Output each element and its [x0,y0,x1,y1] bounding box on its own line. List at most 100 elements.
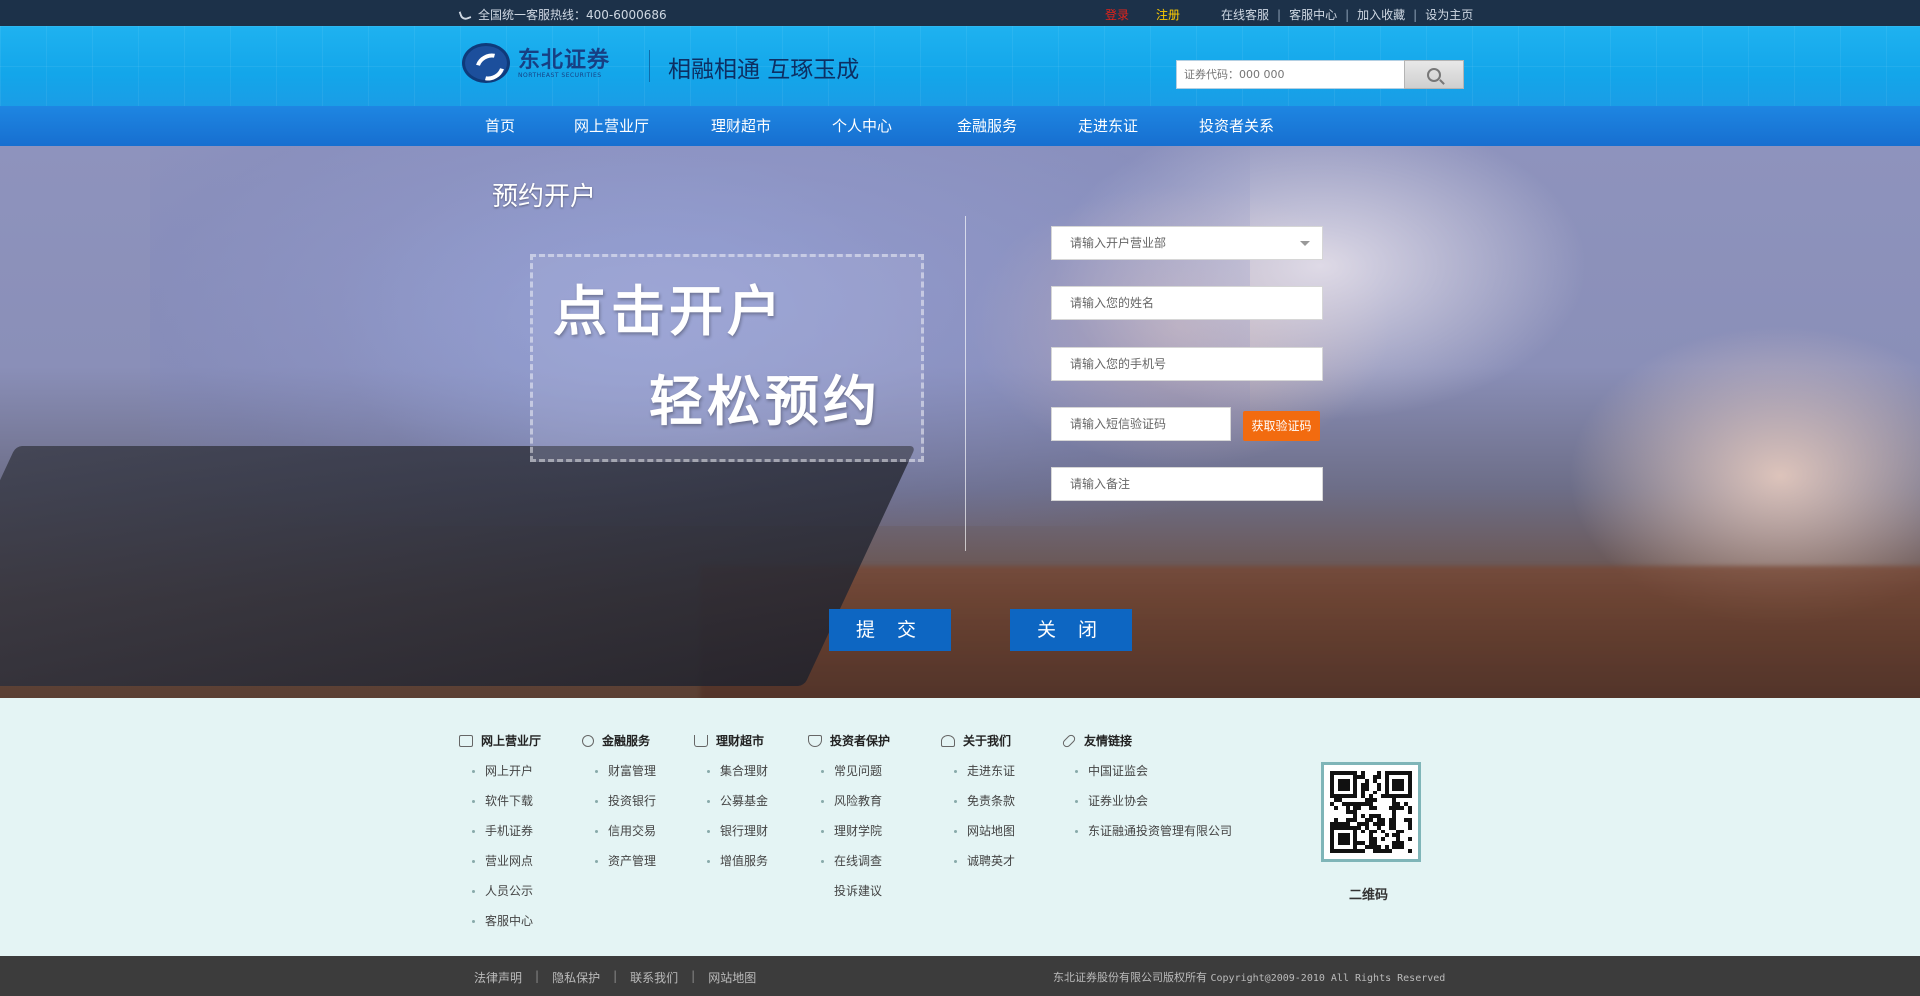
people-icon [582,734,594,747]
footer-column: 友情链接 中国证监会 证券业协会 东证融通投资管理有限公司 [1061,732,1232,846]
footer-link[interactable]: 网站地图 [941,816,1015,846]
footer-column: 投资者保护 常见问题 风险教育 理财学院 在线调查 投诉建议 [808,732,890,906]
footer-link[interactable]: 软件下载 [459,786,541,816]
footer-link[interactable]: 客服中心 [459,906,541,936]
separator: | [1345,7,1350,22]
footer-link[interactable]: 常见问题 [808,756,890,786]
footer-link[interactable]: 在线调查 [808,846,890,876]
slogan: 相融相通 互琢玉成 [668,57,860,83]
footer-link[interactable]: 投资银行 [582,786,656,816]
separator: | [1413,7,1418,22]
header-pattern [0,26,1920,106]
sitemap-link[interactable]: 网站地图 [708,969,756,986]
copyright-cn: 东北证券股份有限公司版权所有 [1053,971,1207,984]
phone-field[interactable]: 请输入您的手机号 [1051,347,1323,381]
monitor-icon [459,734,473,747]
footer-column-title: 网上营业厅 [481,734,542,748]
logo[interactable]: 东北证券 NORTHEAST SECURITIES [462,43,610,83]
footer-link[interactable]: 理财学院 [808,816,890,846]
footer-link[interactable]: 增值服务 [694,846,768,876]
footer-link[interactable]: 集合理财 [694,756,768,786]
separator: | [1277,7,1282,22]
footer-link[interactable]: 走进东证 [941,756,1015,786]
person-icon [941,734,955,747]
nav-personal-center[interactable]: 个人中心 [832,106,892,146]
logo-name: 东北证券 [518,46,611,73]
nav-home[interactable]: 首页 [485,106,515,146]
separator: | [613,969,618,983]
search-icon [1427,67,1441,82]
contact-link[interactable]: 联系我们 [630,969,678,986]
top-links: 登录 注册 在线客服 | 客服中心 | 加入收藏 | 设为主页 [1100,6,1478,23]
get-code-button[interactable]: 获取验证码 [1243,411,1320,441]
add-favorite-link[interactable]: 加入收藏 [1357,6,1405,23]
privacy-link[interactable]: 隐私保护 [552,969,600,986]
footer-column-title: 友情链接 [1084,734,1133,748]
footer-column-title: 关于我们 [963,734,1012,748]
footer-link[interactable]: 财富管理 [582,756,656,786]
copyright-en: Copyright@2009-2010 All Rights Reserved [1210,973,1446,984]
footer-link[interactable]: 公募基金 [694,786,768,816]
nav-investor-relations[interactable]: 投资者关系 [1199,106,1274,146]
sms-code-field[interactable]: 请输入短信验证码 [1051,407,1231,441]
footer-link[interactable]: 网上开户 [459,756,541,786]
note-field[interactable]: 请输入备注 [1051,467,1323,501]
footer-column: 关于我们 走进东证 免责条款 网站地图 诚聘英才 [941,732,1015,876]
top-bar: 全国统一客服热线：400-6000686 登录 注册 在线客服 | 客服中心 |… [0,0,1920,26]
online-service-link[interactable]: 在线客服 [1221,6,1269,23]
service-center-link[interactable]: 客服中心 [1289,6,1337,23]
phone-icon [458,8,472,21]
copyright: 东北证券股份有限公司版权所有 Copyright@2009-2010 All R… [1053,969,1445,985]
legal-link[interactable]: 法律声明 [474,969,522,986]
stock-code-input[interactable] [1176,60,1404,89]
background-laptop [0,446,916,686]
footer-link[interactable]: 营业网点 [459,846,541,876]
set-homepage-link[interactable]: 设为主页 [1425,6,1473,23]
hotline: 全国统一客服热线：400-6000686 [458,6,667,23]
register-link[interactable]: 注册 [1156,6,1180,23]
promo-banner[interactable]: 点击开户 轻松预约 [530,254,924,462]
footer-link[interactable]: 信用交易 [582,816,656,846]
nav-financial-services[interactable]: 金融服务 [957,106,1017,146]
qr-code [1321,762,1421,862]
hero-section: 预约开户 点击开户 轻松预约 请输入开户营业部 请输入您的姓名 请输入您的手机号… [0,146,1920,698]
footer-link[interactable]: 证券业协会 [1062,786,1232,816]
stock-search [1176,60,1464,89]
footer-column: 金融服务 财富管理 投资银行 信用交易 资产管理 [582,732,656,876]
footer-column: 网上营业厅 网上开户 软件下载 手机证券 营业网点 人员公示 客服中心 [459,732,541,936]
close-button[interactable]: 关 闭 [1010,609,1132,651]
name-field[interactable]: 请输入您的姓名 [1051,286,1323,320]
form-divider [965,216,966,551]
footer-link[interactable]: 诚聘英才 [941,846,1015,876]
qr-code-label: 二维码 [1349,888,1389,903]
footer-column-title: 金融服务 [602,734,651,748]
footer-link[interactable]: 东证融通投资管理有限公司 [1062,816,1232,846]
footer-link[interactable]: 投诉建议 [808,876,890,906]
footer-link[interactable]: 风险教育 [808,786,890,816]
submit-button[interactable]: 提 交 [829,609,951,651]
footer-link[interactable]: 免责条款 [941,786,1015,816]
footer-link[interactable]: 中国证监会 [1062,756,1232,786]
bottom-links: 法律声明 | 隐私保护 | 联系我们 | 网站地图 [474,969,756,986]
cart-icon [694,734,708,747]
nav-online-hall[interactable]: 网上营业厅 [574,106,649,146]
footer-column: 理财超市 集合理财 公募基金 银行理财 增值服务 [694,732,768,876]
chevron-down-icon [1300,240,1310,246]
login-link[interactable]: 登录 [1105,6,1129,23]
footer-link[interactable]: 资产管理 [582,846,656,876]
branch-select[interactable]: 请输入开户营业部 [1051,226,1323,260]
search-button[interactable] [1404,60,1464,89]
promo-line-2: 轻松预约 [649,370,881,433]
page-title: 预约开户 [492,182,597,212]
footer-link[interactable]: 银行理财 [694,816,768,846]
footer-link[interactable]: 手机证券 [459,816,541,846]
separator: | [535,969,540,983]
nav-about-company[interactable]: 走进东证 [1078,106,1138,146]
footer-link[interactable]: 人员公示 [459,876,541,906]
footer: 网上营业厅 网上开户 软件下载 手机证券 营业网点 人员公示 客服中心 金融服务… [0,698,1920,956]
nav-finance-market[interactable]: 理财超市 [711,106,771,146]
separator: | [691,969,696,983]
header-divider [649,50,650,82]
logo-icon [462,43,510,83]
hotline-text: 全国统一客服热线：400-6000686 [478,8,667,22]
